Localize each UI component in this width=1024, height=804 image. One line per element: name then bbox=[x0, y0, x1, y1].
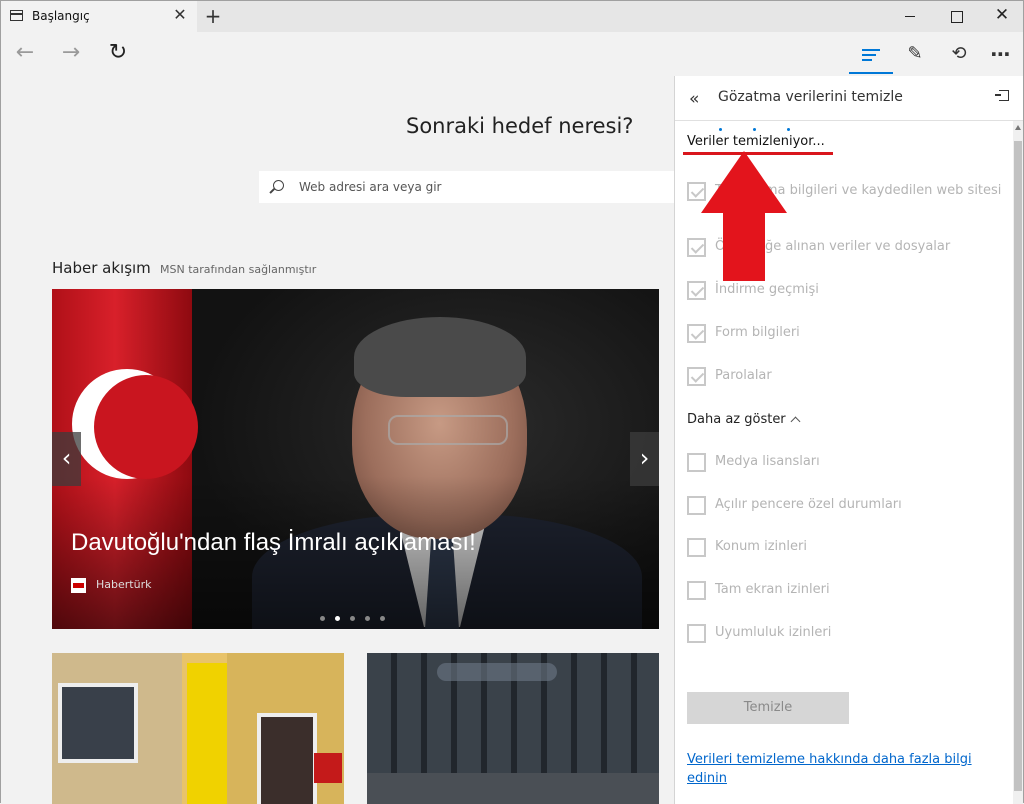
option-media-licenses[interactable]: Medya lisansları bbox=[687, 452, 1017, 474]
checkbox[interactable] bbox=[687, 496, 706, 515]
page-icon bbox=[10, 10, 23, 21]
carousel-indicators bbox=[320, 606, 395, 621]
option-popup-exceptions[interactable]: Açılır pencere özel durumları bbox=[687, 495, 1017, 517]
page-heading: Sonraki hedef neresi? bbox=[406, 114, 634, 138]
hub-button[interactable] bbox=[849, 36, 893, 74]
news-carousel[interactable]: ‹ › Davutoğlu'ndan flaş İmralı açıklamas… bbox=[52, 289, 659, 629]
back-button[interactable]: ← bbox=[9, 38, 41, 70]
source-logo-icon bbox=[71, 578, 86, 593]
browser-window: Başlangıç ✕ + ✕ ← → ↻ ✎ ⟲ ⋯ Sonraki hede… bbox=[0, 0, 1024, 804]
show-less-toggle[interactable]: Daha az göster bbox=[687, 412, 801, 427]
option-compatibility-permissions[interactable]: Uyumluluk izinleri bbox=[687, 623, 1017, 645]
option-downloads[interactable]: İndirme geçmişi bbox=[687, 280, 1017, 302]
tab-start[interactable]: Başlangıç ✕ bbox=[1, 1, 197, 32]
back-chevron-icon[interactable]: « bbox=[689, 89, 699, 109]
clear-button[interactable]: Temizle bbox=[687, 692, 849, 724]
news-headline[interactable]: Davutoğlu'ndan flaş İmralı açıklaması! bbox=[71, 529, 476, 557]
carousel-next-button[interactable]: › bbox=[630, 432, 659, 486]
news-card[interactable] bbox=[52, 653, 344, 804]
scroll-up-icon[interactable] bbox=[1015, 125, 1021, 130]
refresh-button[interactable]: ↻ bbox=[102, 38, 134, 70]
close-window-button[interactable]: ✕ bbox=[979, 1, 1024, 32]
checkbox[interactable] bbox=[687, 281, 706, 300]
more-options-button[interactable]: ⋯ bbox=[979, 36, 1023, 74]
option-location-permissions[interactable]: Konum izinleri bbox=[687, 537, 1017, 559]
option-form-data[interactable]: Form bilgileri bbox=[687, 323, 1017, 345]
panel-title: Gözatma verilerini temizle bbox=[718, 89, 903, 105]
scrollbar-thumb[interactable] bbox=[1014, 141, 1022, 791]
search-placeholder: Web adresi ara veya gir bbox=[299, 180, 442, 194]
navigation-toolbar: ← → ↻ ✎ ⟲ ⋯ bbox=[1, 32, 1023, 76]
checkbox[interactable] bbox=[687, 538, 706, 557]
status-text: Veriler temizleniyor... bbox=[687, 134, 825, 149]
news-card[interactable] bbox=[367, 653, 659, 804]
checkbox[interactable] bbox=[687, 624, 706, 643]
tab-close-icon[interactable]: ✕ bbox=[171, 5, 189, 24]
hub-icon bbox=[862, 49, 880, 61]
checkbox[interactable] bbox=[687, 453, 706, 472]
forward-button[interactable]: → bbox=[55, 38, 87, 70]
news-feed-title: Haber akışım bbox=[52, 259, 151, 277]
search-icon bbox=[273, 180, 284, 191]
checkbox[interactable] bbox=[687, 367, 706, 386]
news-source: Habertürk bbox=[96, 578, 152, 591]
panel-scrollbar[interactable] bbox=[1013, 121, 1023, 804]
checkbox[interactable] bbox=[687, 581, 706, 600]
carousel-prev-button[interactable]: ‹ bbox=[52, 432, 81, 486]
option-fullscreen-permissions[interactable]: Tam ekran izinleri bbox=[687, 580, 1017, 602]
checkbox[interactable] bbox=[687, 324, 706, 343]
tab-title: Başlangıç bbox=[32, 9, 90, 23]
carousel-dot[interactable] bbox=[320, 616, 325, 621]
web-note-button[interactable]: ✎ bbox=[893, 36, 937, 74]
carousel-dot[interactable] bbox=[365, 616, 370, 621]
chevron-up-icon bbox=[790, 416, 801, 427]
learn-more-link[interactable]: Verileri temizleme hakkında daha fazla b… bbox=[687, 750, 987, 788]
option-passwords[interactable]: Parolalar bbox=[687, 366, 1017, 388]
carousel-dot-active[interactable] bbox=[335, 616, 340, 621]
title-bar: Başlangıç ✕ + ✕ bbox=[1, 1, 1023, 32]
minimize-button[interactable] bbox=[887, 1, 933, 32]
start-page: Sonraki hedef neresi? Web adresi ara vey… bbox=[1, 76, 675, 804]
carousel-dot[interactable] bbox=[350, 616, 355, 621]
share-button[interactable]: ⟲ bbox=[937, 36, 981, 74]
new-tab-button[interactable]: + bbox=[204, 3, 222, 29]
carousel-dot[interactable] bbox=[380, 616, 385, 621]
progress-indicator bbox=[719, 116, 821, 131]
search-input[interactable]: Web adresi ara veya gir bbox=[259, 171, 675, 203]
news-feed-provider: MSN tarafından sağlanmıştır bbox=[160, 263, 317, 276]
maximize-button[interactable] bbox=[933, 1, 979, 32]
pin-icon[interactable] bbox=[995, 88, 1013, 102]
annotation-arrow-icon bbox=[701, 151, 787, 281]
